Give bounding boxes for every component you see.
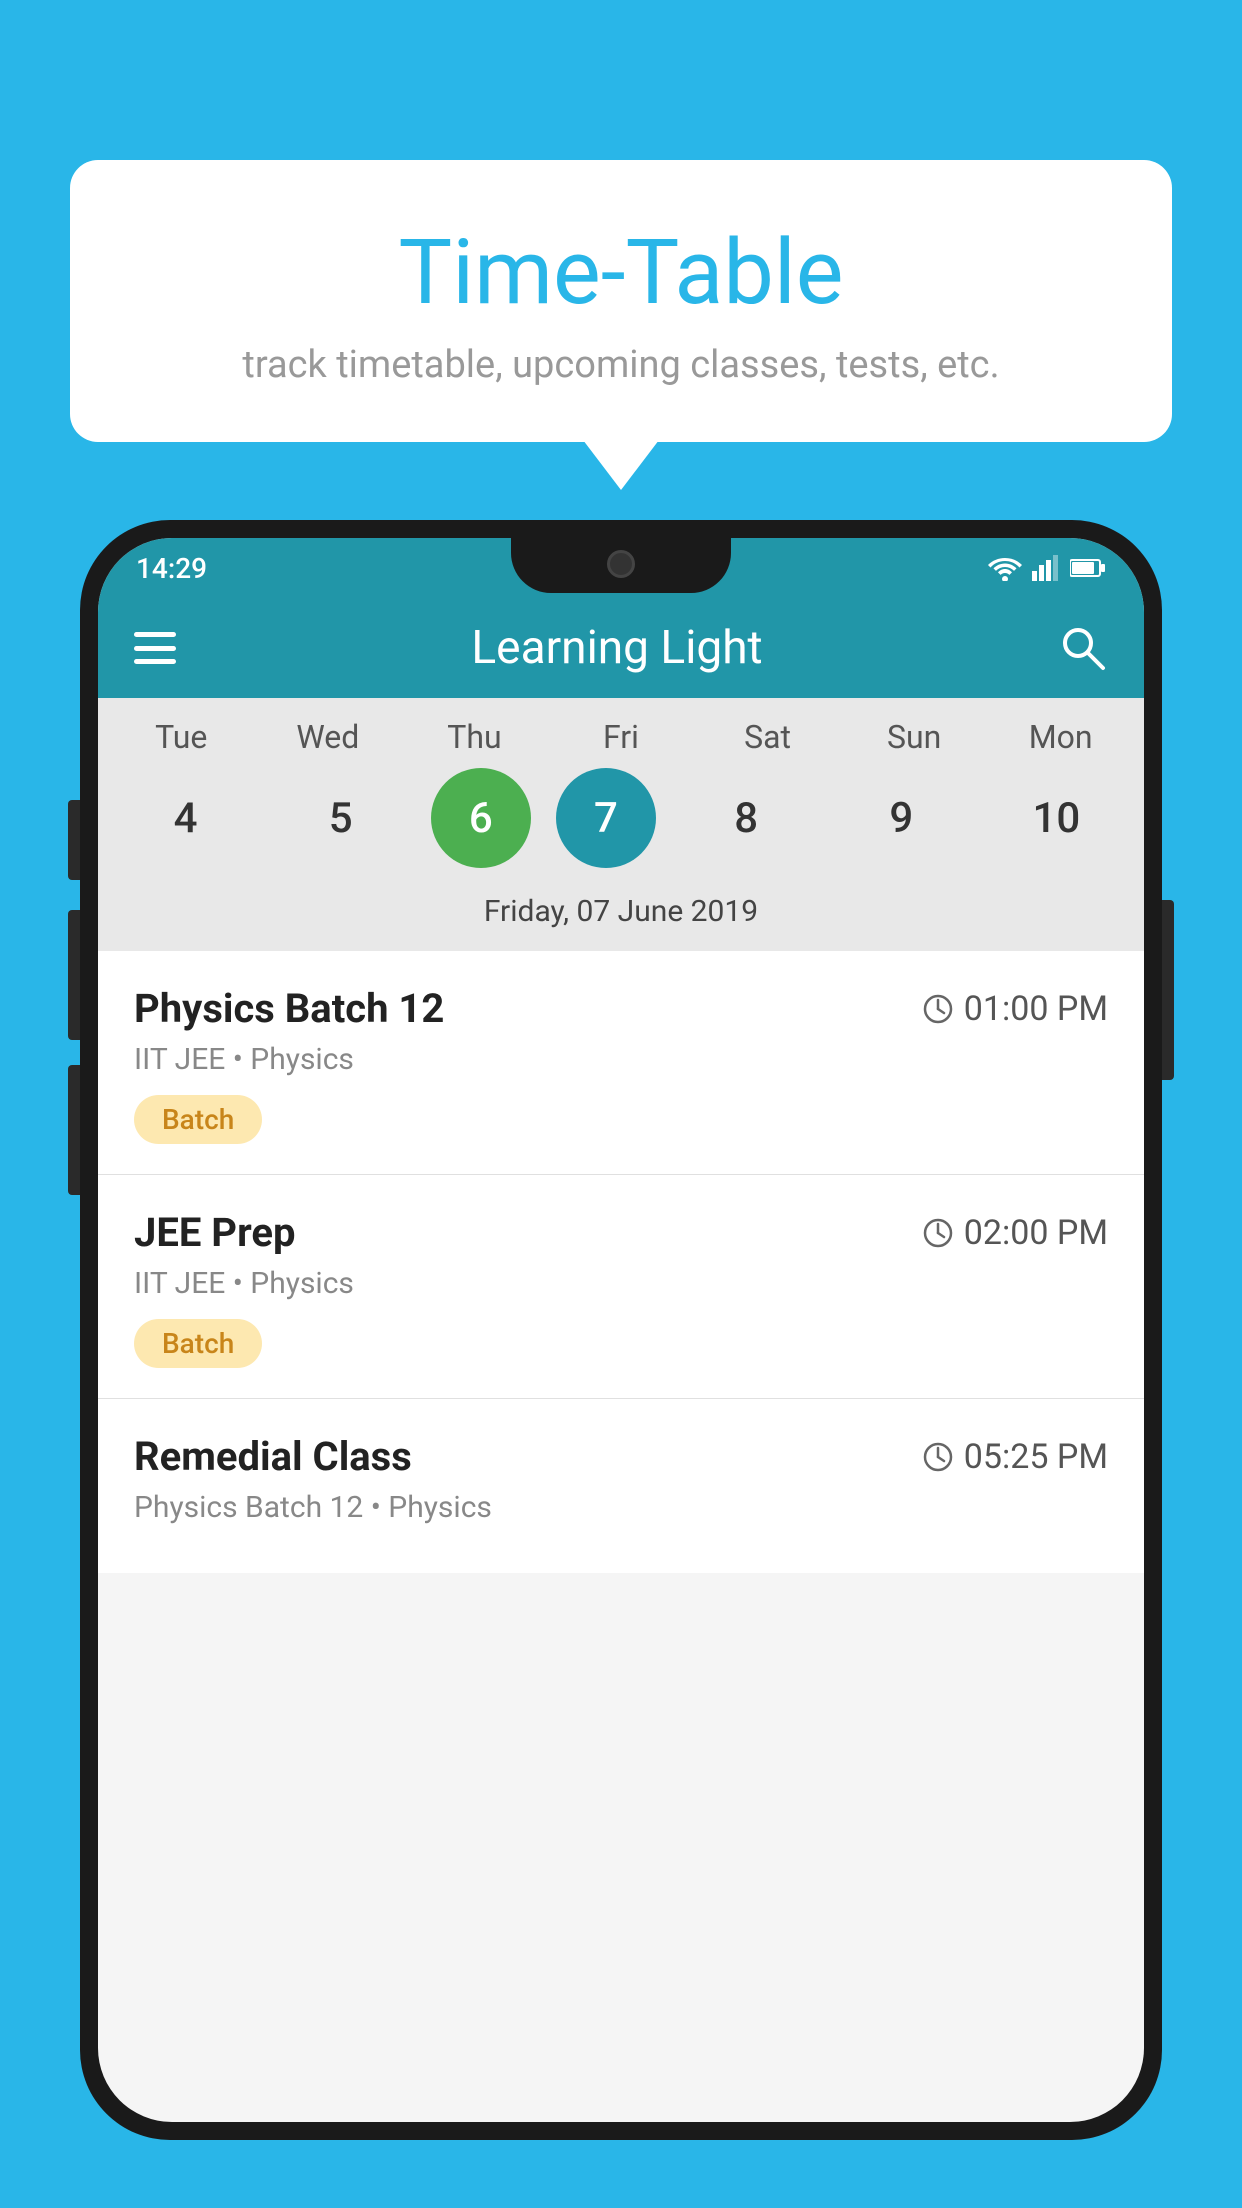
phone-frame: 14:29 bbox=[80, 520, 1162, 2140]
item-2-batch-badge: Batch bbox=[134, 1319, 262, 1368]
day-label-fri: Fri bbox=[556, 718, 686, 756]
item-1-time-container: 01:00 PM bbox=[922, 989, 1108, 1029]
battery-icon bbox=[1070, 557, 1106, 579]
signal-icon bbox=[1032, 555, 1060, 581]
day-label-sun: Sun bbox=[849, 718, 979, 756]
menu-line-1 bbox=[134, 632, 176, 637]
item-1-name: Physics Batch 12 bbox=[134, 985, 444, 1032]
bubble-title: Time-Table bbox=[120, 220, 1122, 325]
schedule-item-1[interactable]: Physics Batch 12 01:00 PM IIT JEE • Phys… bbox=[98, 951, 1144, 1175]
clock-icon-2 bbox=[922, 1217, 954, 1249]
date-5[interactable]: 5 bbox=[276, 768, 406, 868]
clock-icon-3 bbox=[922, 1441, 954, 1473]
side-btn-volume-up bbox=[68, 910, 80, 1040]
item-2-name: JEE Prep bbox=[134, 1209, 295, 1256]
side-btn-power bbox=[1162, 900, 1174, 1080]
item-1-batch-badge: Batch bbox=[134, 1095, 262, 1144]
date-10[interactable]: 10 bbox=[991, 768, 1121, 868]
phone-screen: 14:29 bbox=[98, 538, 1144, 2122]
side-btn-left bbox=[68, 800, 80, 880]
date-4[interactable]: 4 bbox=[121, 768, 251, 868]
schedule-item-3[interactable]: Remedial Class 05:25 PM Physics Batch 12… bbox=[98, 1399, 1144, 1573]
item-3-name: Remedial Class bbox=[134, 1433, 412, 1480]
date-9[interactable]: 9 bbox=[836, 768, 966, 868]
item-2-header: JEE Prep 02:00 PM bbox=[134, 1209, 1108, 1256]
app-bar: Learning Light bbox=[98, 598, 1144, 698]
date-8[interactable]: 8 bbox=[681, 768, 811, 868]
app-title: Learning Light bbox=[176, 621, 1058, 675]
side-btn-volume-down bbox=[68, 1065, 80, 1195]
speech-bubble: Time-Table track timetable, upcoming cla… bbox=[70, 160, 1172, 442]
bubble-subtitle: track timetable, upcoming classes, tests… bbox=[120, 343, 1122, 387]
status-icons bbox=[988, 555, 1106, 581]
item-3-time: 05:25 PM bbox=[964, 1437, 1108, 1477]
day-label-tue: Tue bbox=[116, 718, 246, 756]
item-3-time-container: 05:25 PM bbox=[922, 1437, 1108, 1477]
wifi-icon bbox=[988, 555, 1022, 581]
item-3-subtitle: Physics Batch 12 • Physics bbox=[134, 1490, 1108, 1525]
item-2-time-container: 02:00 PM bbox=[922, 1213, 1108, 1253]
date-7-selected[interactable]: 7 bbox=[556, 768, 656, 868]
day-label-sat: Sat bbox=[703, 718, 833, 756]
clock-icon-1 bbox=[922, 993, 954, 1025]
selected-date-label: Friday, 07 June 2019 bbox=[98, 884, 1144, 951]
calendar-strip: Tue Wed Thu Fri Sat Sun Mon 4 5 6 7 8 9 … bbox=[98, 698, 1144, 951]
day-label-mon: Mon bbox=[996, 718, 1126, 756]
days-header: Tue Wed Thu Fri Sat Sun Mon bbox=[98, 718, 1144, 756]
item-1-time: 01:00 PM bbox=[964, 989, 1108, 1029]
day-label-wed: Wed bbox=[263, 718, 393, 756]
speech-bubble-container: Time-Table track timetable, upcoming cla… bbox=[70, 160, 1172, 442]
item-3-header: Remedial Class 05:25 PM bbox=[134, 1433, 1108, 1480]
menu-icon[interactable] bbox=[134, 632, 176, 664]
schedule-item-2[interactable]: JEE Prep 02:00 PM IIT JEE • Physics Batc… bbox=[98, 1175, 1144, 1399]
item-1-header: Physics Batch 12 01:00 PM bbox=[134, 985, 1108, 1032]
day-label-thu: Thu bbox=[409, 718, 539, 756]
dates-row: 4 5 6 7 8 9 10 bbox=[98, 768, 1144, 868]
phone-container: 14:29 bbox=[80, 520, 1162, 2208]
item-1-subtitle: IIT JEE • Physics bbox=[134, 1042, 1108, 1077]
menu-line-2 bbox=[134, 646, 176, 651]
menu-line-3 bbox=[134, 659, 176, 664]
status-time: 14:29 bbox=[136, 552, 207, 585]
search-icon[interactable] bbox=[1058, 623, 1108, 673]
item-2-subtitle: IIT JEE • Physics bbox=[134, 1266, 1108, 1301]
item-2-time: 02:00 PM bbox=[964, 1213, 1108, 1253]
schedule-list: Physics Batch 12 01:00 PM IIT JEE • Phys… bbox=[98, 951, 1144, 1573]
date-6-today[interactable]: 6 bbox=[431, 768, 531, 868]
camera-dot bbox=[607, 550, 635, 578]
